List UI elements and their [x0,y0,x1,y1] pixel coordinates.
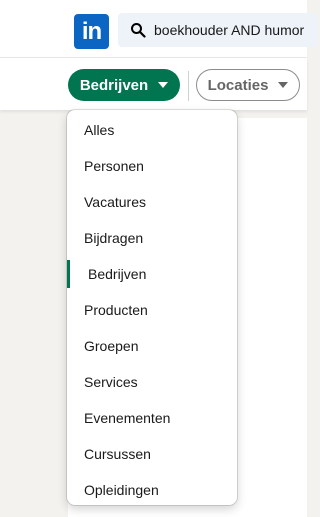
menu-item-vacatures[interactable]: Vacatures [67,184,237,220]
search-icon [131,23,146,38]
filter-type-dropdown-button[interactable]: Bedrijven [68,69,180,101]
menu-item-alles[interactable]: Alles [67,112,237,148]
search-filter-bar: Bedrijven Locaties [0,58,307,110]
menu-item-label: Producten [84,302,148,318]
menu-item-evenementen[interactable]: Evenementen [67,400,237,436]
top-navigation-bar: in boekhouder AND humor [0,0,318,58]
menu-item-services[interactable]: Services [67,364,237,400]
menu-item-label: Personen [84,158,144,174]
menu-item-label: Bijdragen [84,230,144,246]
filter-type-menu: Alles Personen Vacatures Bijdragen Bedri… [67,110,237,505]
menu-item-personen[interactable]: Personen [67,148,237,184]
locations-filter-label: Locaties [207,76,269,94]
menu-item-label: Opleidingen [84,482,159,498]
menu-item-groepen[interactable]: Groepen [67,328,237,364]
menu-item-opleidingen[interactable]: Opleidingen [67,472,237,505]
menu-item-producten[interactable]: Producten [67,292,237,328]
menu-item-label: Cursussen [84,446,151,462]
menu-item-label: Vacatures [84,194,146,210]
menu-item-label: Services [84,374,138,390]
menu-item-bijdragen[interactable]: Bijdragen [67,220,237,256]
page: in boekhouder AND humor Bedrijven Locati… [0,0,318,517]
search-bar[interactable]: boekhouder AND humor [118,13,318,47]
caret-down-icon [278,82,289,88]
filter-divider [188,71,189,101]
filter-type-label: Bedrijven [79,76,149,94]
linkedin-logo[interactable]: in [74,14,109,49]
search-input[interactable]: boekhouder AND humor [154,22,304,38]
menu-item-bedrijven[interactable]: Bedrijven [67,256,237,292]
menu-item-label: Bedrijven [88,266,147,282]
caret-down-icon [158,82,169,88]
logo-text: in [81,17,102,45]
menu-item-label: Groepen [84,338,139,354]
menu-item-label: Alles [84,122,115,138]
locations-filter-button[interactable]: Locaties [196,69,300,101]
menu-item-cursussen[interactable]: Cursussen [67,436,237,472]
menu-item-label: Evenementen [84,410,171,426]
